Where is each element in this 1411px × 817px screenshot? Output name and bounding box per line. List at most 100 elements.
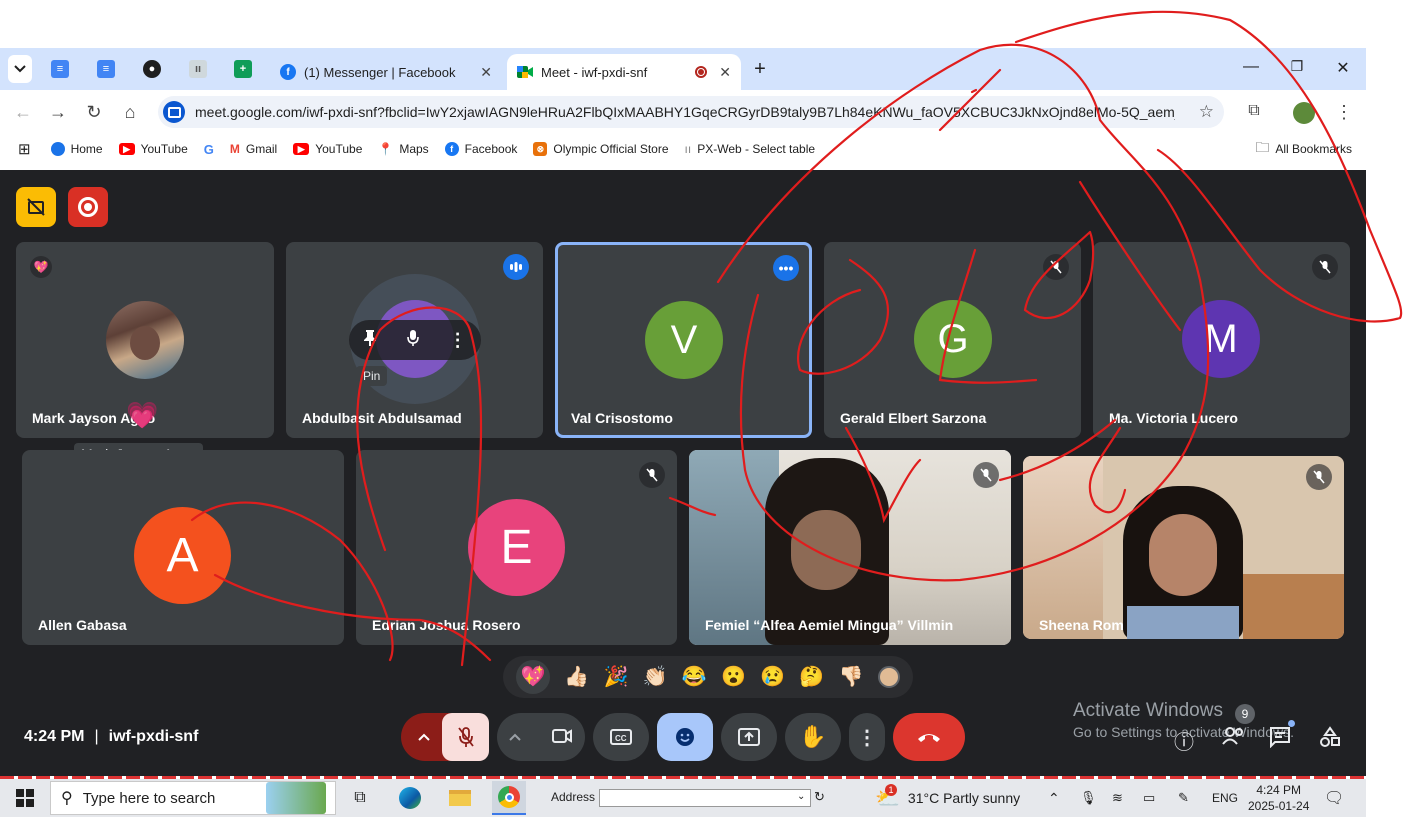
pen-icon[interactable]: ✎ [1178, 779, 1189, 817]
windows-start-icon[interactable] [12, 785, 38, 811]
taskbar-clock[interactable]: 4:24 PM 2025-01-24 [1248, 779, 1309, 817]
meeting-info: 4:24 PM | iwf-pxdi-snf [24, 728, 199, 745]
participant-tile[interactable]: E Edrian Joshua Rosero [356, 450, 677, 645]
back-icon[interactable]: ← [12, 102, 34, 123]
site-info-icon[interactable] [163, 101, 185, 123]
activities-icon[interactable] [1319, 726, 1341, 753]
mic-options-chevron-icon[interactable] [401, 713, 447, 761]
meet-stage: 💖 Mark Jayson Agao 💗 ⋮ Pin Abdulbasit Ab… [0, 170, 1366, 778]
people-icon[interactable] [1222, 726, 1246, 751]
tray-chevron-up-icon[interactable]: ⌃ [1048, 779, 1060, 817]
pinned-tab-github[interactable]: ● [143, 60, 161, 78]
participant-tile[interactable]: G Gerald Elbert Sarzona [824, 242, 1081, 438]
more-options-icon[interactable]: ⋮ [449, 330, 467, 351]
home-icon[interactable]: ⌂ [119, 102, 141, 123]
pin-icon[interactable] [363, 329, 377, 352]
captions-button[interactable]: CC [593, 713, 649, 761]
recording-indicator-icon [695, 66, 708, 78]
leave-call-button[interactable] [893, 713, 965, 761]
chrome-taskbar-icon[interactable] [492, 781, 526, 815]
recording-badge[interactable] [68, 187, 108, 227]
reaction-party-popper[interactable]: 🎉 [604, 667, 629, 687]
participant-video-tile[interactable]: Femiel “Alfea Aemiel Mingua” Villmin [689, 450, 1011, 645]
participant-tile[interactable]: A Allen Gabasa [22, 450, 344, 645]
pinned-tab-docs-1[interactable]: ≡ [51, 60, 69, 78]
bookmark-pxweb[interactable]: ıı PX-Web - Select table [685, 142, 816, 156]
microphone-tray-icon[interactable]: 🎙 [1080, 779, 1097, 817]
address-toolbar-input[interactable] [599, 789, 811, 807]
bookmark-google[interactable]: G [204, 142, 214, 157]
more-options-button[interactable]: ⋮ [849, 713, 885, 761]
mic-icon[interactable] [406, 329, 420, 352]
new-tab-button[interactable]: + [748, 55, 772, 83]
notification-center-icon[interactable]: 🗨 [1324, 779, 1344, 817]
minimize-icon[interactable]: — [1236, 58, 1266, 76]
bookmark-facebook[interactable]: f Facebook [444, 142, 517, 156]
close-icon[interactable]: ✕ [480, 64, 492, 81]
taskbar-search[interactable]: ⚲ Type here to search [50, 781, 336, 815]
restore-icon[interactable]: ❐ [1282, 58, 1312, 75]
chat-icon[interactable] [1269, 720, 1295, 753]
extensions-icon[interactable]: ⧉ [1243, 102, 1265, 120]
reaction-sparkling-heart[interactable]: 💖 [516, 660, 551, 694]
reaction-laughing[interactable]: 😂 [682, 667, 707, 687]
captions-icon: CC [610, 729, 632, 745]
network-icon[interactable]: ≋ [1112, 779, 1123, 817]
mic-off-button[interactable] [442, 713, 489, 761]
participant-tile[interactable]: ⋮ Pin Abdulbasit Abdulsamad [286, 242, 543, 438]
camera-options-chevron-icon[interactable] [509, 728, 521, 746]
captions-off-badge[interactable] [16, 187, 56, 227]
language-indicator[interactable]: ENG [1212, 779, 1238, 817]
participant-tile[interactable]: 💖 Mark Jayson Agao 💗 [16, 242, 274, 438]
all-bookmarks[interactable]: 🗀 All Bookmarks [1255, 137, 1352, 161]
menu-kebab-icon[interactable]: ⋮ [1333, 102, 1355, 123]
no-video-record-icon [27, 198, 45, 216]
forward-icon[interactable]: → [47, 102, 69, 123]
mic-off-icon [1043, 254, 1069, 280]
bookmark-maps[interactable]: 📍 Maps [378, 142, 428, 156]
bookmark-olympic[interactable]: ⊗ Olympic Official Store [533, 142, 669, 156]
bookmark-youtube-2[interactable]: ▶ YouTube [293, 142, 362, 156]
reaction-surprised[interactable]: 😮 [721, 667, 746, 687]
weather-widget[interactable]: ⛅ 1 31°C Partly sunny [875, 779, 1020, 817]
pinned-tab-pxweb[interactable]: ıı [189, 60, 207, 78]
meeting-details-icon[interactable]: ⓘ [1174, 726, 1194, 755]
bookmark-home[interactable]: Home [50, 142, 103, 156]
participant-video-tile[interactable]: Sheena Rom [1023, 456, 1344, 639]
tab-meet[interactable]: Meet - iwf-pxdi-snf ✕ [507, 54, 741, 90]
participant-tile-active[interactable]: ••• V Val Crisostomo [555, 242, 812, 438]
reaction-thumbs-up[interactable]: 👍🏻 [564, 667, 589, 687]
more-options-icon[interactable]: ••• [773, 255, 799, 281]
present-screen-button[interactable] [721, 713, 777, 761]
profile-avatar[interactable] [1293, 102, 1315, 129]
mic-off-icon [457, 727, 474, 747]
chevron-down-icon[interactable]: ⌄ [797, 791, 805, 802]
mic-off-icon [1306, 464, 1332, 490]
close-window-icon[interactable]: ✕ [1328, 58, 1358, 78]
reload-icon[interactable]: ↻ [83, 102, 105, 123]
address-bar[interactable]: meet.google.com/iwf-pxdi-snf?fbclid=IwY2… [158, 96, 1224, 128]
pinned-tab-sheets[interactable]: + [234, 60, 252, 78]
reaction-thumbs-down[interactable]: 👎🏻 [839, 667, 864, 687]
tab-messenger[interactable]: f (1) Messenger | Facebook ✕ [270, 54, 502, 90]
participant-tile[interactable]: M Ma. Victoria Lucero [1093, 242, 1350, 438]
task-view-icon[interactable]: ⧉ [347, 785, 373, 811]
tab-search-button[interactable] [8, 55, 32, 83]
pinned-tab-docs-2[interactable]: ≡ [97, 60, 115, 78]
close-icon[interactable]: ✕ [719, 64, 731, 81]
battery-icon[interactable]: ▭ [1143, 779, 1155, 817]
raise-hand-button[interactable]: ✋ [785, 713, 841, 761]
edge-taskbar-icon[interactable] [397, 785, 423, 811]
reaction-thinking[interactable]: 🤔 [799, 667, 824, 687]
reaction-clapping[interactable]: 👏🏻 [643, 667, 668, 687]
reaction-crying[interactable]: 😢 [760, 667, 785, 687]
bookmark-youtube[interactable]: ▶ YouTube [118, 142, 188, 156]
bookmark-gmail[interactable]: M Gmail [230, 142, 277, 156]
bookmark-star-icon[interactable]: ☆ [1199, 102, 1214, 122]
reactions-button[interactable] [657, 713, 713, 761]
file-explorer-icon[interactable] [447, 785, 473, 811]
camera-icon[interactable] [551, 725, 573, 752]
apps-grid-icon[interactable]: ⊞ [18, 140, 31, 158]
refresh-icon[interactable]: ↻ [814, 789, 825, 805]
skin-tone-selector[interactable] [877, 666, 900, 688]
